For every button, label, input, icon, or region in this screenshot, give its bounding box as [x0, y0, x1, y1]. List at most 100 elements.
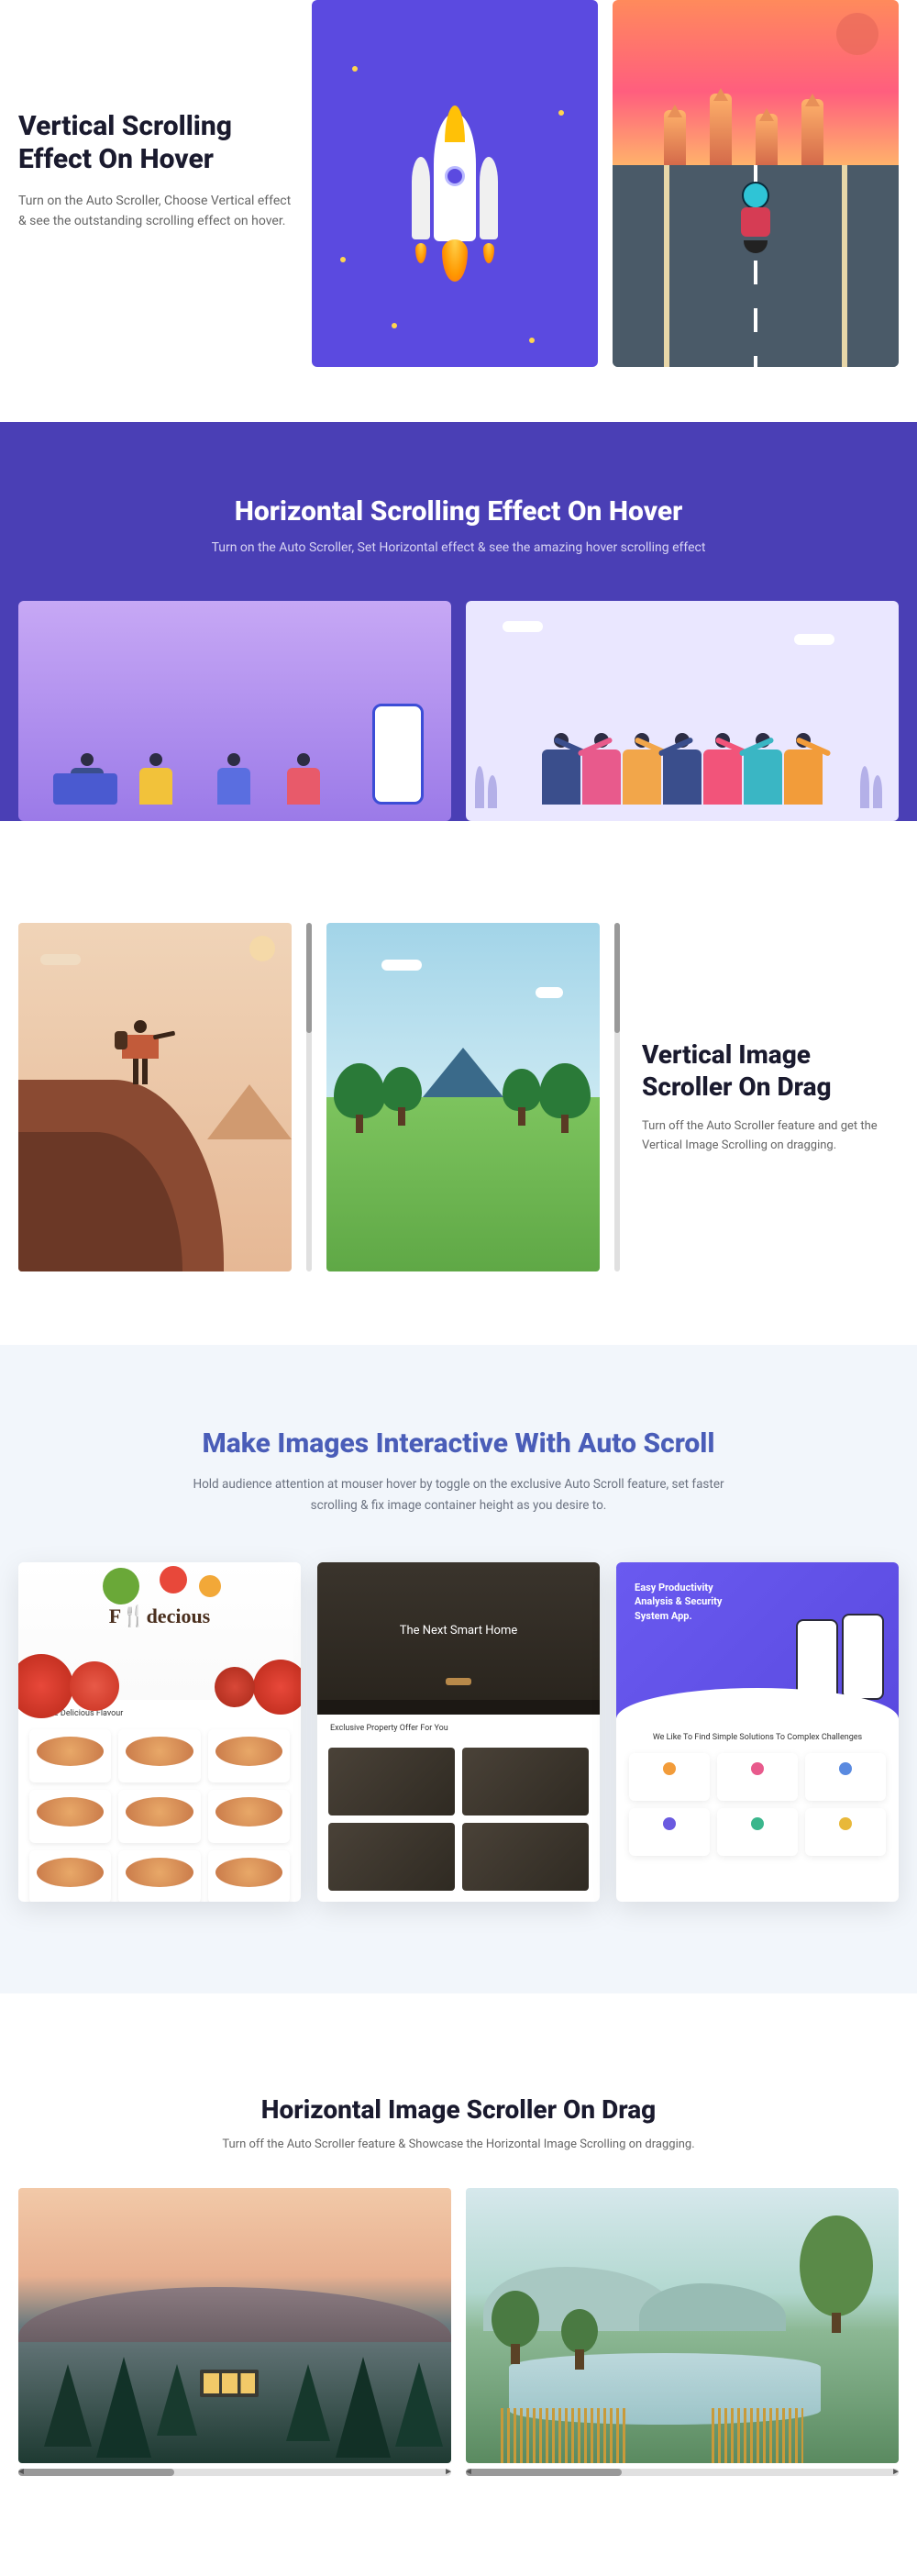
friends-group-icon: [466, 733, 899, 805]
lake-landscape-card[interactable]: [466, 2188, 899, 2463]
auto-scroll-desc: Hold audience attention at mouser hover …: [174, 1474, 743, 1516]
cloud-icon: [40, 954, 81, 965]
vertical-drag-desc: Turn off the Auto Scroller feature and g…: [642, 1117, 899, 1156]
property-item: [462, 1823, 589, 1891]
vertical-hover-title: Vertical Scrolling Effect On Hover: [18, 110, 293, 176]
horizontal-hover-title: Horizontal Scrolling Effect On Hover: [18, 495, 899, 527]
auto-scroll-gallery: F🍴decious Explore Delicious Flavour The …: [18, 1562, 899, 1902]
food-item: [208, 1790, 290, 1843]
person-icon: [217, 753, 250, 805]
food-grid: [18, 1718, 301, 1902]
vertical-drag-title: Vertical Image Scroller On Drag: [642, 1038, 899, 1103]
office-image-card[interactable]: [18, 601, 451, 821]
friend-icon: [623, 733, 661, 805]
horizontal-hover-gallery: [18, 601, 899, 821]
pine-tree-icon: [157, 2364, 197, 2436]
cloud-icon: [536, 987, 563, 998]
tree-icon: [539, 1063, 591, 1118]
food-item: [118, 1790, 200, 1843]
horizontal-scrollbar[interactable]: ◄ ►: [18, 2469, 451, 2476]
motorcycle-image-card[interactable]: [613, 0, 899, 367]
hiker-icon: [122, 1020, 159, 1084]
tree-icon: [492, 2291, 539, 2348]
property-item: [328, 1748, 455, 1815]
friend-icon: [542, 733, 580, 805]
skyline-icon: [613, 92, 899, 165]
vertical-hover-desc: Turn on the Auto Scroller, Choose Vertic…: [18, 191, 293, 232]
landscape-2-wrap: ◄ ►: [466, 2188, 899, 2476]
food-item: [29, 1850, 111, 1902]
security-mid-text: We Like To Find Simple Solutions To Comp…: [616, 1718, 899, 1748]
vertical-scrollbar[interactable]: [306, 923, 312, 1271]
reeds-icon: [712, 2408, 803, 2463]
vertical-hover-text: Vertical Scrolling Effect On Hover Turn …: [18, 0, 293, 232]
nature-image-card[interactable]: [326, 923, 600, 1271]
auto-scroll-title: Make Images Interactive With Auto Scroll: [18, 1427, 899, 1460]
mountain-icon: [18, 2287, 451, 2342]
scroll-left-icon[interactable]: ◄: [17, 2467, 26, 2477]
friend-icon: [744, 733, 782, 805]
pine-tree-icon: [336, 2357, 391, 2458]
tree-icon: [561, 2309, 598, 2353]
phone-icon: [372, 704, 424, 805]
security-app-site-card[interactable]: Easy Productivity Analysis & Security Sy…: [616, 1562, 899, 1902]
cloud-icon: [381, 960, 422, 971]
rocket-image-card[interactable]: [312, 0, 598, 367]
security-hero-text: Easy Productivity Analysis & Security Sy…: [635, 1581, 735, 1623]
cabin-icon: [200, 2370, 259, 2397]
section-horizontal-hover: Horizontal Scrolling Effect On Hover Tur…: [0, 422, 917, 821]
feature-item: .sc3-cell::before{background:var(--c)}: [629, 1753, 710, 1801]
scroll-left-icon[interactable]: ◄: [464, 2467, 473, 2477]
sun-icon: [836, 13, 878, 55]
person-icon: [139, 753, 172, 805]
desk-icon: [53, 773, 117, 805]
scroll-right-icon[interactable]: ►: [891, 2467, 900, 2477]
tree-icon: [503, 1069, 541, 1111]
foodecious-logo: F🍴decious: [109, 1604, 211, 1628]
cloud-icon: [794, 634, 834, 645]
rocket-icon: [434, 113, 476, 241]
landscape-1-wrap: ◄ ►: [18, 2188, 451, 2476]
food-item: [118, 1729, 200, 1782]
vertical-drag-gallery: [18, 923, 620, 1271]
friend-icon: [784, 733, 823, 805]
mountain-icon: [207, 1042, 292, 1139]
pine-tree-icon: [44, 2364, 92, 2447]
food-item: [208, 1850, 290, 1902]
friend-icon: [582, 733, 621, 805]
hero-button: [446, 1678, 471, 1685]
phone-mockup-icon: [842, 1614, 884, 1700]
section-horizontal-drag: Horizontal Image Scroller On Drag Turn o…: [0, 1993, 917, 2513]
feature-grid: .sc3-cell::before{background:var(--c)}: [616, 1748, 899, 1861]
scroll-right-icon[interactable]: ►: [444, 2467, 453, 2477]
pine-tree-icon: [286, 2364, 330, 2441]
section-vertical-hover: Vertical Scrolling Effect On Hover Turn …: [0, 0, 917, 422]
feature-item: [717, 1753, 798, 1801]
food-item: [29, 1729, 111, 1782]
horizontal-drag-desc: Turn off the Auto Scroller feature & Sho…: [18, 2137, 899, 2151]
smart-home-subtitle: Exclusive Property Offer For You: [317, 1715, 600, 1733]
property-item: [462, 1748, 589, 1815]
horizontal-drag-title: Horizontal Image Scroller On Drag: [18, 2094, 899, 2125]
feature-item: [805, 1808, 886, 1856]
vertical-scrollbar[interactable]: [614, 923, 620, 1271]
smart-home-site-card[interactable]: The Next Smart Home Exclusive Property O…: [317, 1562, 600, 1902]
friend-icon: [663, 733, 702, 805]
section-vertical-drag: Vertical Image Scroller On Drag Turn off…: [0, 822, 917, 1345]
food-item: [208, 1729, 290, 1782]
hiker-image-card[interactable]: [18, 923, 292, 1271]
pine-tree-icon: [96, 2357, 151, 2458]
vertical-drag-text: Vertical Image Scroller On Drag Turn off…: [642, 1038, 899, 1156]
tree-icon: [800, 2215, 873, 2316]
tree-icon: [334, 1063, 385, 1118]
feature-item: [805, 1753, 886, 1801]
biker-icon: [724, 182, 788, 264]
horizontal-scrollbar[interactable]: ◄ ►: [466, 2469, 899, 2476]
cabin-landscape-card[interactable]: [18, 2188, 451, 2463]
feature-item: [629, 1808, 710, 1856]
friends-image-card[interactable]: [466, 601, 899, 821]
reeds-icon: [501, 2408, 629, 2463]
property-grid: [317, 1733, 600, 1902]
foodecious-site-card[interactable]: F🍴decious Explore Delicious Flavour: [18, 1562, 301, 1902]
mountain-icon: [423, 1007, 503, 1097]
